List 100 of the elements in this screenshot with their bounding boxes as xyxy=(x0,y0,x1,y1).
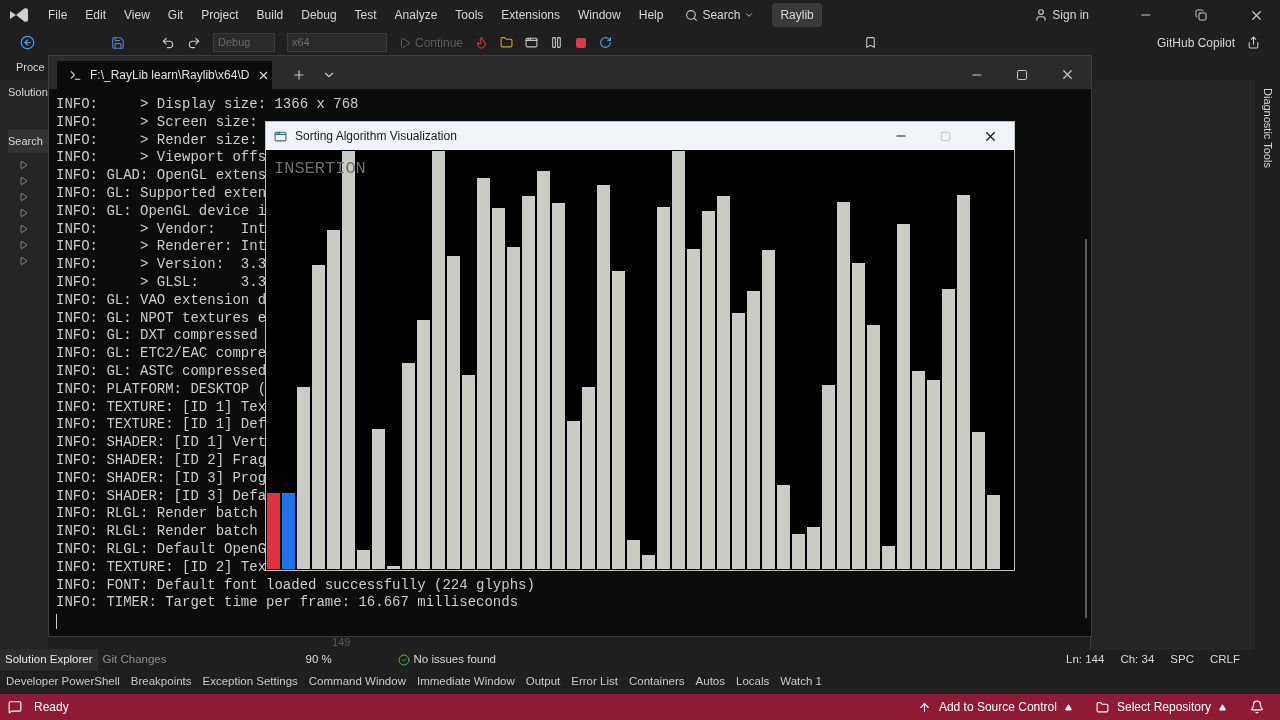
console-line: INFO: > Version: 3.3 xyxy=(56,256,267,274)
text-cursor xyxy=(56,614,57,630)
tool-window-tab[interactable]: Output xyxy=(525,673,561,691)
redo-icon xyxy=(187,35,201,50)
search-icon xyxy=(685,8,699,22)
tool-window-tab[interactable]: Command Window xyxy=(308,673,406,691)
menu-item[interactable]: File xyxy=(48,6,68,24)
flame-icon xyxy=(475,36,489,49)
console-line: INFO: SHADER: [ID 1] Vert xyxy=(56,434,267,452)
console-line: INFO: GL: Supported exten xyxy=(56,185,267,203)
menu-item[interactable]: Git xyxy=(167,6,184,24)
caret-icon xyxy=(1219,703,1226,711)
add-to-source-control-button[interactable]: Add to Source Control xyxy=(917,698,1072,716)
panel-tab[interactable]: Git Changes xyxy=(97,649,172,671)
console-line: INFO: RLGL: Render batch xyxy=(56,523,258,541)
console-line: INFO: PLATFORM: DESKTOP ( xyxy=(56,380,267,399)
select-repository-button[interactable]: Select Repository xyxy=(1095,698,1226,716)
panel-title: Solution xyxy=(8,85,48,100)
menu-item[interactable]: Window xyxy=(578,6,621,24)
restore-icon xyxy=(1195,9,1207,21)
new-tab-icon xyxy=(292,68,306,82)
status-text: Ready xyxy=(34,699,69,716)
play-icon xyxy=(399,36,411,49)
close-icon xyxy=(1060,67,1075,82)
bookmark-icon xyxy=(864,36,878,49)
console-line: INFO: > GLSL: 3.3 xyxy=(56,273,267,292)
restart-icon xyxy=(599,36,613,49)
share-icon xyxy=(1247,36,1260,49)
folder-icon xyxy=(500,36,514,49)
menu-item[interactable]: Analyze xyxy=(394,6,438,24)
console-line: INFO: TIMER: Target time per frame: 16.667 milliseconds xyxy=(56,594,519,613)
tool-window-tab[interactable]: Autos xyxy=(695,673,725,691)
save-icon xyxy=(111,35,125,50)
cursor-line: Ln: 144 xyxy=(1066,652,1105,668)
console-line: INFO: > Renderer: Int xyxy=(56,238,267,257)
console-line: INFO: GL: VAO extension d xyxy=(56,291,267,310)
tool-window-tab[interactable]: Locals xyxy=(736,673,770,691)
console-line: INFO: SHADER: [ID 2] Frag xyxy=(56,451,267,470)
window-icon xyxy=(525,36,539,49)
tool-window-tab[interactable]: Containers xyxy=(628,673,685,691)
console-line: INFO: > Vendor: Int xyxy=(56,220,267,239)
process-label: Proce xyxy=(16,60,45,76)
repository-icon xyxy=(1095,700,1109,714)
maximize-icon xyxy=(940,130,951,142)
panel-tab[interactable]: Solution Explorer xyxy=(0,649,98,671)
app-icon xyxy=(274,129,287,143)
tool-window-tab[interactable]: Developer PowerShell xyxy=(6,673,120,691)
tool-window-tab[interactable]: Breakpoints xyxy=(130,673,192,691)
menu-item[interactable]: View xyxy=(124,6,150,24)
console-line: INFO: > Viewport offs xyxy=(56,149,267,168)
indent-mode[interactable]: SPC xyxy=(1170,651,1194,669)
undo-icon xyxy=(161,35,175,50)
console-line: INFO: > Screen size: xyxy=(56,113,258,132)
caret-icon xyxy=(1064,703,1072,711)
diagnostic-tools-tab[interactable]: Diagnostic Tools xyxy=(1259,88,1276,650)
console-line: INFO: GL: DXT compressed xyxy=(56,327,258,346)
tool-window-tab[interactable]: Error List xyxy=(571,673,618,691)
console-line: INFO: GLAD: OpenGL extens xyxy=(56,167,267,185)
line-ending[interactable]: CRLF xyxy=(1209,651,1240,669)
sign-in-button[interactable]: Sign in xyxy=(1034,6,1089,24)
search-field[interactable]: Search xyxy=(8,128,48,153)
message-icon xyxy=(8,700,22,714)
console-line: INFO: > Render size: xyxy=(56,131,258,150)
console-tab[interactable]: F:\_RayLib learn\Raylib\x64\D xyxy=(57,61,272,89)
solution-name-badge: Raylib xyxy=(772,3,822,27)
app-logo-icon xyxy=(8,6,30,24)
cursor-column: Ch: 34 xyxy=(1120,651,1155,669)
menu-item[interactable]: Help xyxy=(638,6,664,24)
console-line: INFO: TEXTURE: [ID 1] Def xyxy=(56,416,267,435)
user-icon xyxy=(1034,8,1049,22)
menu-item[interactable]: Tools xyxy=(455,6,484,24)
scrollbar[interactable] xyxy=(1085,239,1087,618)
issues-status: No issues found xyxy=(397,651,496,669)
copilot-button[interactable]: GitHub Copilot xyxy=(1156,33,1235,52)
console-line: INFO: FONT: Default font loaded successfully (224 glyphs) xyxy=(56,576,535,595)
menu-item[interactable]: Build xyxy=(256,6,284,24)
menu-item[interactable]: Edit xyxy=(85,6,107,24)
console-line: INFO: SHADER: [ID 3] Defa xyxy=(56,487,267,506)
search-button[interactable]: Search xyxy=(685,6,755,24)
window-title: Sorting Algorithm Visualization xyxy=(295,128,457,145)
zoom-dropdown[interactable]: 90 % xyxy=(301,651,362,669)
notification-icon xyxy=(1250,700,1264,714)
line-number: 149 xyxy=(332,635,351,650)
menu-item[interactable]: Project xyxy=(201,6,239,24)
console-line: INFO: GL: OpenGL device i xyxy=(56,202,267,221)
console-line: INFO: GL: ETC2/EAC compre xyxy=(56,345,267,363)
console-line: INFO: SHADER: [ID 3] Prog xyxy=(56,469,267,488)
menu-item[interactable]: Test xyxy=(354,6,377,24)
menu-item[interactable]: Debug xyxy=(301,6,337,24)
caret-icon xyxy=(744,10,755,20)
tool-window-tab[interactable]: Watch 1 xyxy=(780,673,822,691)
console-line: INFO: RLGL: Default OpenG xyxy=(56,540,267,559)
tool-window-tab[interactable]: Immediate Window xyxy=(416,673,515,691)
tool-window-tab[interactable]: Exception Settings xyxy=(202,673,298,691)
maximize-icon xyxy=(1016,69,1028,81)
console-line: INFO: RLGL: Render batch xyxy=(56,505,258,524)
pause-icon xyxy=(550,36,564,49)
console-line: INFO: GL: NPOT textures e xyxy=(56,309,267,328)
console-line: INFO: GL: ASTC compressed xyxy=(56,362,267,381)
menu-item[interactable]: Extensions xyxy=(501,6,561,24)
